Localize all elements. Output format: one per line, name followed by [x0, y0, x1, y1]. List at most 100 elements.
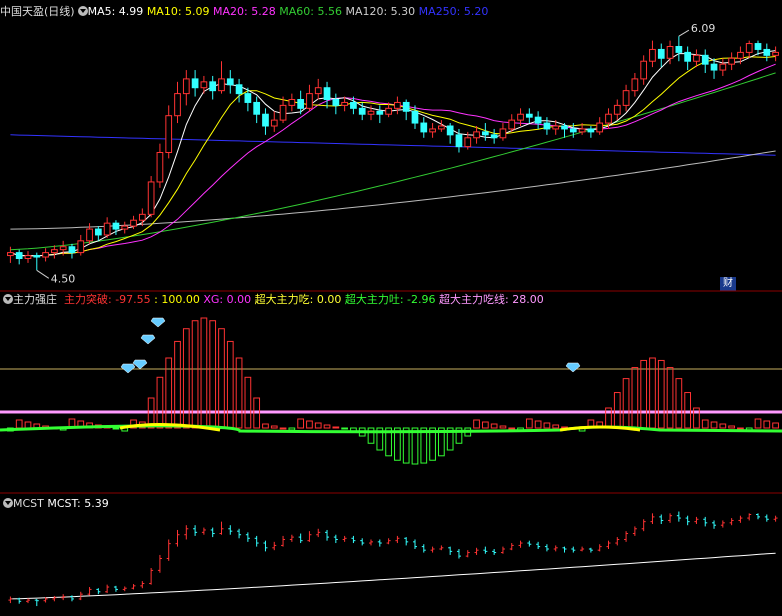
- candle-body: [15, 252, 23, 260]
- indicator-bar: [552, 424, 560, 429]
- candle-body: [693, 54, 700, 62]
- candle-body: [420, 122, 428, 133]
- candle-body: [130, 219, 137, 227]
- candle-body: [446, 125, 454, 136]
- candle-body: [508, 119, 516, 130]
- candle-body: [218, 78, 225, 92]
- indicator-bar: [288, 427, 296, 431]
- candle-body: [174, 93, 181, 117]
- candle-body: [631, 78, 639, 92]
- low-pointer: [36, 269, 50, 279]
- candle-body: [314, 87, 322, 95]
- indicator-bar: [772, 422, 779, 429]
- indicator-bar: [306, 420, 313, 429]
- indicator-bar: [490, 423, 498, 429]
- candle-body: [517, 113, 524, 121]
- indicator-bar: [279, 427, 287, 430]
- high-label: 6.09: [691, 22, 716, 35]
- indicator-bar: [473, 419, 480, 429]
- ma250-line: [10, 134, 776, 156]
- indicator-bar: [420, 427, 428, 464]
- candle-body: [24, 255, 32, 260]
- candle-body: [525, 113, 533, 118]
- indicator-bar: [481, 421, 489, 429]
- indicator-bar: [262, 423, 269, 429]
- indicator-bar: [411, 427, 419, 465]
- candle-body: [561, 125, 568, 130]
- candle-body: [59, 246, 67, 251]
- diamond-signal-icon: [150, 317, 166, 328]
- candle-body: [710, 63, 718, 71]
- candle-body: [481, 131, 489, 136]
- chart-canvas[interactable]: 6.09 4.50: [0, 0, 782, 616]
- candle-body: [754, 43, 762, 50]
- indicator-bar: [332, 426, 340, 429]
- main-eat-curve: [559, 425, 641, 432]
- indicator-bar: [341, 427, 348, 430]
- candle-body: [772, 51, 779, 56]
- candle-body: [341, 101, 348, 106]
- candle-body: [244, 93, 252, 103]
- high-pointer: [678, 29, 690, 37]
- candle-body: [649, 48, 656, 62]
- candle-body: [385, 107, 392, 115]
- candle-body: [147, 181, 155, 215]
- candle-body: [306, 93, 313, 109]
- candle-body: [464, 137, 472, 148]
- indicator-bar: [525, 418, 533, 429]
- candle-body: [94, 228, 102, 236]
- indicator-bar: [622, 378, 630, 429]
- indicator-bar: [710, 421, 718, 429]
- indicator-bar: [24, 421, 32, 429]
- candle-body: [587, 128, 595, 133]
- indicator-bar: [297, 418, 305, 429]
- indicator-bar: [226, 340, 234, 429]
- candle-body: [7, 252, 14, 257]
- candle-body: [622, 90, 630, 106]
- indicator-bar: [543, 422, 551, 429]
- indicator-bar: [684, 392, 692, 429]
- candle-body: [68, 246, 76, 254]
- candle-body: [701, 54, 709, 65]
- candle-body: [596, 122, 604, 133]
- candle-body: [605, 113, 612, 124]
- candle-body: [51, 249, 58, 254]
- candle-body: [411, 110, 419, 124]
- candle-body: [77, 240, 85, 254]
- indicator-bar: [534, 420, 542, 429]
- candle-body: [402, 101, 410, 112]
- candle-body: [666, 46, 674, 59]
- candle-body: [429, 128, 436, 133]
- diamond-signal-icon: [120, 363, 136, 374]
- candle-body: [323, 87, 331, 100]
- indicator-bar: [675, 378, 683, 429]
- candle-body: [156, 152, 164, 183]
- candle-body: [657, 48, 665, 59]
- candle-body: [613, 104, 621, 115]
- candle-body: [165, 115, 173, 153]
- candle-body: [490, 134, 498, 139]
- candle-body: [86, 228, 93, 242]
- indicator-bar: [323, 424, 331, 429]
- indicator-bar: [657, 359, 665, 429]
- candle-body: [42, 252, 49, 258]
- candle-body: [763, 48, 771, 56]
- indicator-bar: [631, 367, 639, 429]
- candle-body: [332, 99, 340, 106]
- candle-body: [543, 122, 551, 130]
- candle-body: [209, 81, 217, 92]
- indicator-bar: [156, 376, 164, 429]
- indicator-bar: [737, 427, 744, 430]
- candle-body: [376, 110, 384, 115]
- candle-body: [226, 78, 234, 86]
- candle-body: [182, 78, 190, 95]
- candle-body: [262, 113, 269, 127]
- candle-body: [121, 225, 129, 230]
- mcst-line: [10, 552, 776, 600]
- diamond-signal-icon: [565, 362, 581, 373]
- indicator-bar: [728, 425, 735, 429]
- candle-body: [297, 99, 305, 109]
- indicator-bar: [640, 359, 648, 429]
- candle-body: [350, 101, 357, 109]
- indicator-bar: [270, 425, 278, 429]
